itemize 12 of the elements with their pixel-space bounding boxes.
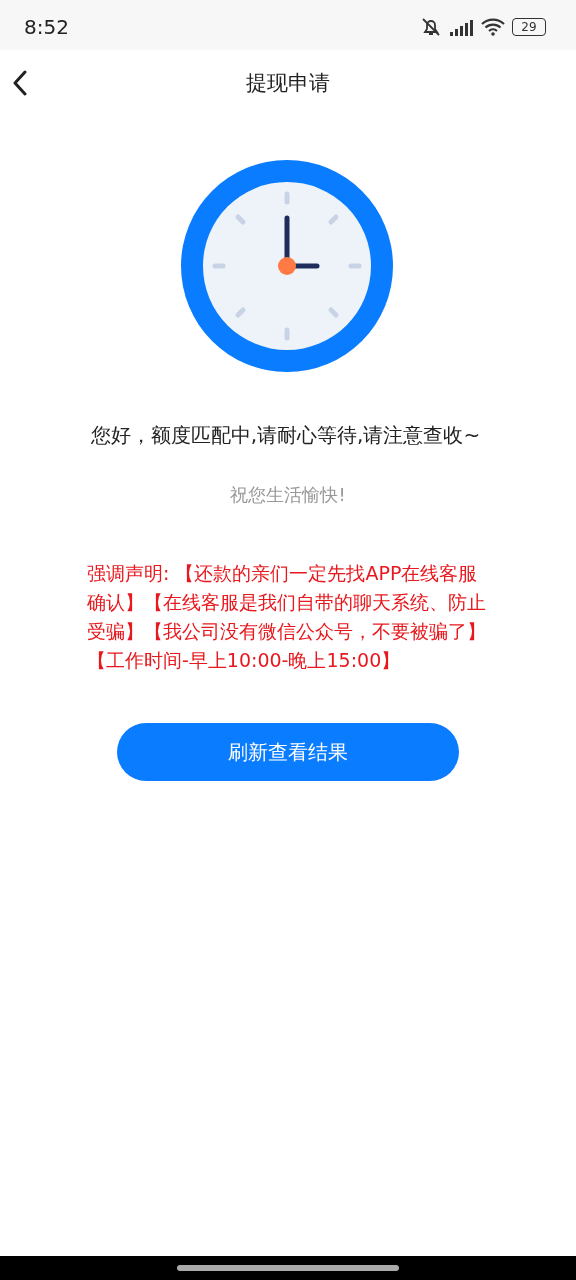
signal-icon xyxy=(448,17,474,37)
greeting-text: 祝您生活愉快! xyxy=(230,483,346,507)
refresh-button[interactable]: 刷新查看结果 xyxy=(117,723,459,781)
page-title: 提现申请 xyxy=(246,69,330,97)
notice-text: 强调声明: 【还款的亲们一定先找APP在线客服确认】【在线客服是我们自带的聊天系统、防止受骗】【我公司没有微信公众号，不要被骗了】【工作时间-早上10:00-晚上15:00】 xyxy=(87,561,487,673)
clock-icon xyxy=(181,160,393,372)
status-time: 8:52 xyxy=(24,15,69,39)
back-icon[interactable] xyxy=(12,70,28,96)
muted-bell-icon xyxy=(420,16,442,38)
battery-level: 29 xyxy=(521,21,537,33)
wifi-icon xyxy=(480,17,506,37)
status-message: 您好，额度匹配中,请耐心等待,请注意查收~ xyxy=(90,422,481,449)
